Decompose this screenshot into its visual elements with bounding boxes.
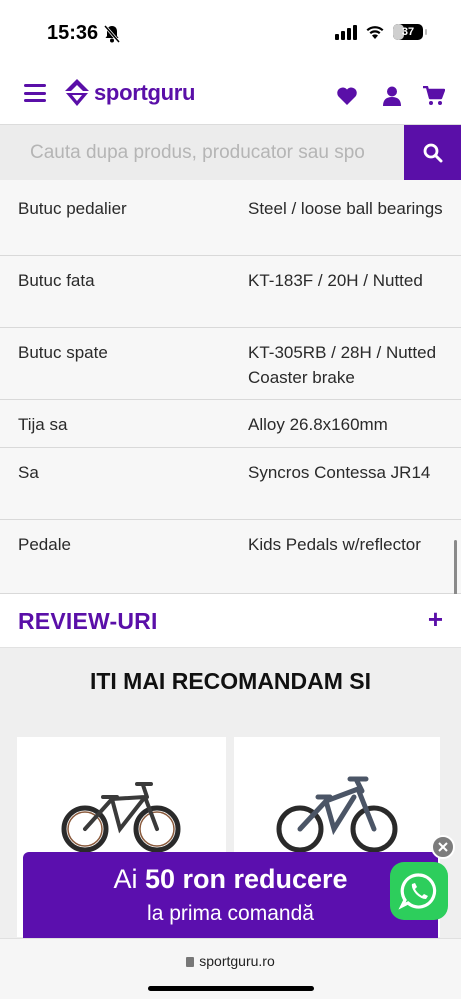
spec-row: Pedale Kids Pedals w/reflector	[0, 520, 461, 594]
reviews-title: REVIEW-URI	[18, 608, 158, 634]
url-field[interactable]: sportguru.ro	[0, 953, 461, 969]
spec-table: Butuc pedalier Steel / loose ball bearin…	[0, 180, 461, 594]
search-button[interactable]	[404, 125, 461, 181]
cellular-signal-icon	[335, 24, 357, 40]
search-bar	[0, 124, 461, 181]
account-user-icon[interactable]	[381, 86, 403, 106]
spec-value: KT-183F / 20H / Nutted	[248, 271, 423, 290]
spec-key: Butuc fata	[18, 271, 95, 290]
lock-icon	[186, 957, 195, 967]
spec-value: KT-305RB / 28H / Nutted Coaster brake	[248, 343, 437, 387]
spec-key: Sa	[18, 463, 39, 482]
wishlist-heart-icon[interactable]	[336, 86, 358, 106]
bike-image	[61, 782, 181, 853]
spec-row: Tija sa Alloy 26.8x160mm	[0, 400, 461, 448]
brand-name: sportguru	[94, 80, 196, 105]
spec-row: Butuc pedalier Steel / loose ball bearin…	[0, 180, 461, 256]
spec-value: Syncros Contessa JR14	[248, 463, 431, 482]
spec-key: Pedale	[18, 535, 71, 554]
reviews-accordion[interactable]: REVIEW-URI +	[0, 594, 461, 648]
status-bar: 15:36 37	[0, 0, 461, 66]
menu-icon[interactable]	[24, 84, 46, 102]
promo-prefix: Ai	[113, 864, 138, 894]
spec-value: Kids Pedals w/reflector	[248, 535, 421, 554]
spec-key: Butuc spate	[18, 343, 108, 362]
search-icon	[423, 143, 442, 163]
spec-key: Tija sa	[18, 415, 68, 434]
recommendations-title: ITI MAI RECOMANDAM SI	[89, 668, 372, 694]
site-header: sportguru	[0, 66, 461, 124]
battery-icon: 37	[393, 24, 427, 40]
spec-row: Butuc fata KT-183F / 20H / Nutted	[0, 256, 461, 328]
url-text: sportguru.ro	[199, 953, 275, 969]
spec-row: Butuc spate KT-305RB / 28H / Nutted Coas…	[0, 328, 461, 400]
wifi-icon	[366, 26, 384, 39]
whatsapp-button[interactable]	[390, 862, 448, 920]
spec-value: Alloy 26.8x160mm	[248, 415, 388, 434]
cart-icon[interactable]	[423, 86, 445, 106]
promo-banner[interactable]: Ai 50 ron reducere la prima comandă	[23, 852, 438, 938]
spec-row: Sa Syncros Contessa JR14	[0, 448, 461, 520]
logo-mark-icon	[65, 79, 89, 106]
expand-plus-icon[interactable]: +	[428, 604, 443, 635]
bell-off-icon	[104, 25, 120, 43]
status-time: 15:36	[47, 22, 99, 44]
spec-key: Butuc pedalier	[18, 199, 127, 218]
bike-image	[276, 776, 398, 853]
close-promo-button[interactable]	[431, 835, 455, 859]
promo-amount: 50 ron reducere	[144, 864, 348, 894]
browser-bar: sportguru.ro	[0, 938, 461, 999]
promo-headline: Ai 50 ron reducere	[23, 864, 438, 895]
whatsapp-icon	[398, 873, 437, 910]
logo[interactable]: sportguru	[64, 78, 195, 108]
search-input[interactable]	[0, 125, 404, 181]
promo-subline: la prima comandă	[147, 902, 314, 925]
battery-level: 37	[401, 26, 415, 38]
close-icon	[438, 842, 448, 852]
spec-value: Steel / loose ball bearings	[248, 199, 443, 218]
home-indicator[interactable]	[148, 986, 314, 991]
